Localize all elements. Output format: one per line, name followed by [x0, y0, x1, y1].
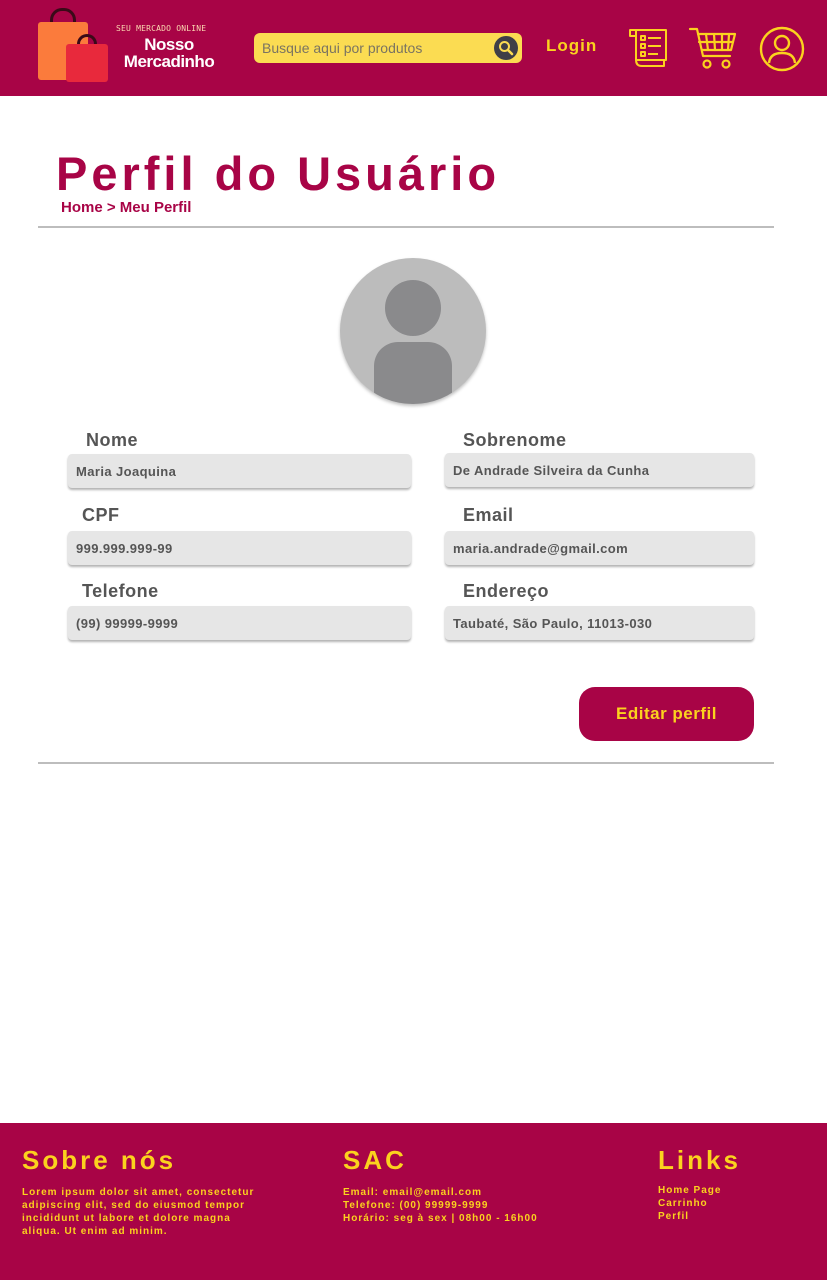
footer-link-profile[interactable]: Perfil — [658, 1210, 778, 1223]
top-divider — [38, 226, 774, 228]
endereco-label: Endereço — [463, 581, 550, 601]
orders-icon[interactable] — [626, 26, 672, 72]
sobrenome-field — [445, 453, 754, 487]
brand-tagline: SEU MERCADO ONLINE — [116, 24, 207, 33]
cpf-label: CPF — [82, 505, 120, 525]
email-field — [445, 531, 754, 565]
footer-about-title: Sobre nós — [22, 1145, 177, 1175]
shopping-bag-icon — [66, 44, 108, 82]
cart-icon[interactable] — [688, 24, 738, 72]
sobrenome-input[interactable] — [453, 460, 746, 480]
page-title: Perfil do Usuário — [56, 147, 501, 200]
avatar — [340, 258, 486, 404]
footer-links-list: Home Page Carrinho Perfil — [658, 1184, 778, 1223]
search-icon — [499, 41, 514, 56]
brand-name-line1: Nosso — [144, 35, 194, 54]
search-button[interactable] — [494, 36, 518, 60]
footer-links-title: Links — [658, 1145, 741, 1175]
breadcrumb: Home > Meu Perfil — [61, 199, 191, 216]
email-label: Email — [463, 505, 514, 525]
telefone-label: Telefone — [82, 581, 159, 601]
brand-name-line2: Mercadinho — [123, 52, 215, 71]
footer-sac-phone: Telefone: (00) 99999-9999 — [343, 1200, 489, 1211]
login-link[interactable]: Login — [546, 36, 597, 56]
bottom-divider — [38, 762, 774, 764]
cpf-field — [68, 531, 411, 565]
site-header: SEU MERCADO ONLINE Nosso Mercadinho Logi… — [0, 0, 827, 96]
footer-sac-email: Email: email@email.com — [343, 1187, 483, 1198]
sobrenome-label: Sobrenome — [463, 430, 567, 450]
footer-sac-title: SAC — [343, 1145, 407, 1175]
nome-label: Nome — [86, 430, 139, 450]
breadcrumb-current: Meu Perfil — [119, 199, 192, 216]
telefone-input[interactable] — [76, 613, 403, 633]
footer-link-cart[interactable]: Carrinho — [658, 1197, 778, 1210]
avatar-head-shape — [385, 280, 441, 336]
footer-sac-info: Email: email@email.com Telefone: (00) 99… — [343, 1186, 603, 1225]
site-footer: Sobre nós Lorem ipsum dolor sit amet, co… — [0, 1123, 827, 1280]
footer-sac-hours: Horário: seg à sex | 08h00 - 16h00 — [343, 1213, 538, 1224]
brand-logo[interactable]: SEU MERCADO ONLINE Nosso Mercadinho — [36, 8, 226, 84]
nome-input[interactable] — [76, 461, 403, 481]
nome-field — [68, 454, 411, 488]
search-bar — [254, 33, 522, 63]
email-input[interactable] — [453, 538, 746, 558]
endereco-input[interactable] — [453, 613, 746, 633]
search-input[interactable] — [262, 38, 490, 58]
endereco-field — [445, 606, 754, 640]
footer-about-text: Lorem ipsum dolor sit amet, consectetur … — [22, 1187, 255, 1237]
footer-link-home[interactable]: Home Page — [658, 1184, 778, 1197]
breadcrumb-home[interactable]: Home — [61, 199, 103, 216]
user-account-icon[interactable] — [758, 25, 806, 73]
cpf-input[interactable] — [76, 538, 403, 558]
brand-name: Nosso Mercadinho — [114, 36, 224, 70]
telefone-field — [68, 606, 411, 640]
edit-profile-button[interactable]: Editar perfil — [579, 687, 754, 741]
breadcrumb-separator: > — [106, 199, 116, 216]
avatar-body-shape — [374, 342, 452, 404]
